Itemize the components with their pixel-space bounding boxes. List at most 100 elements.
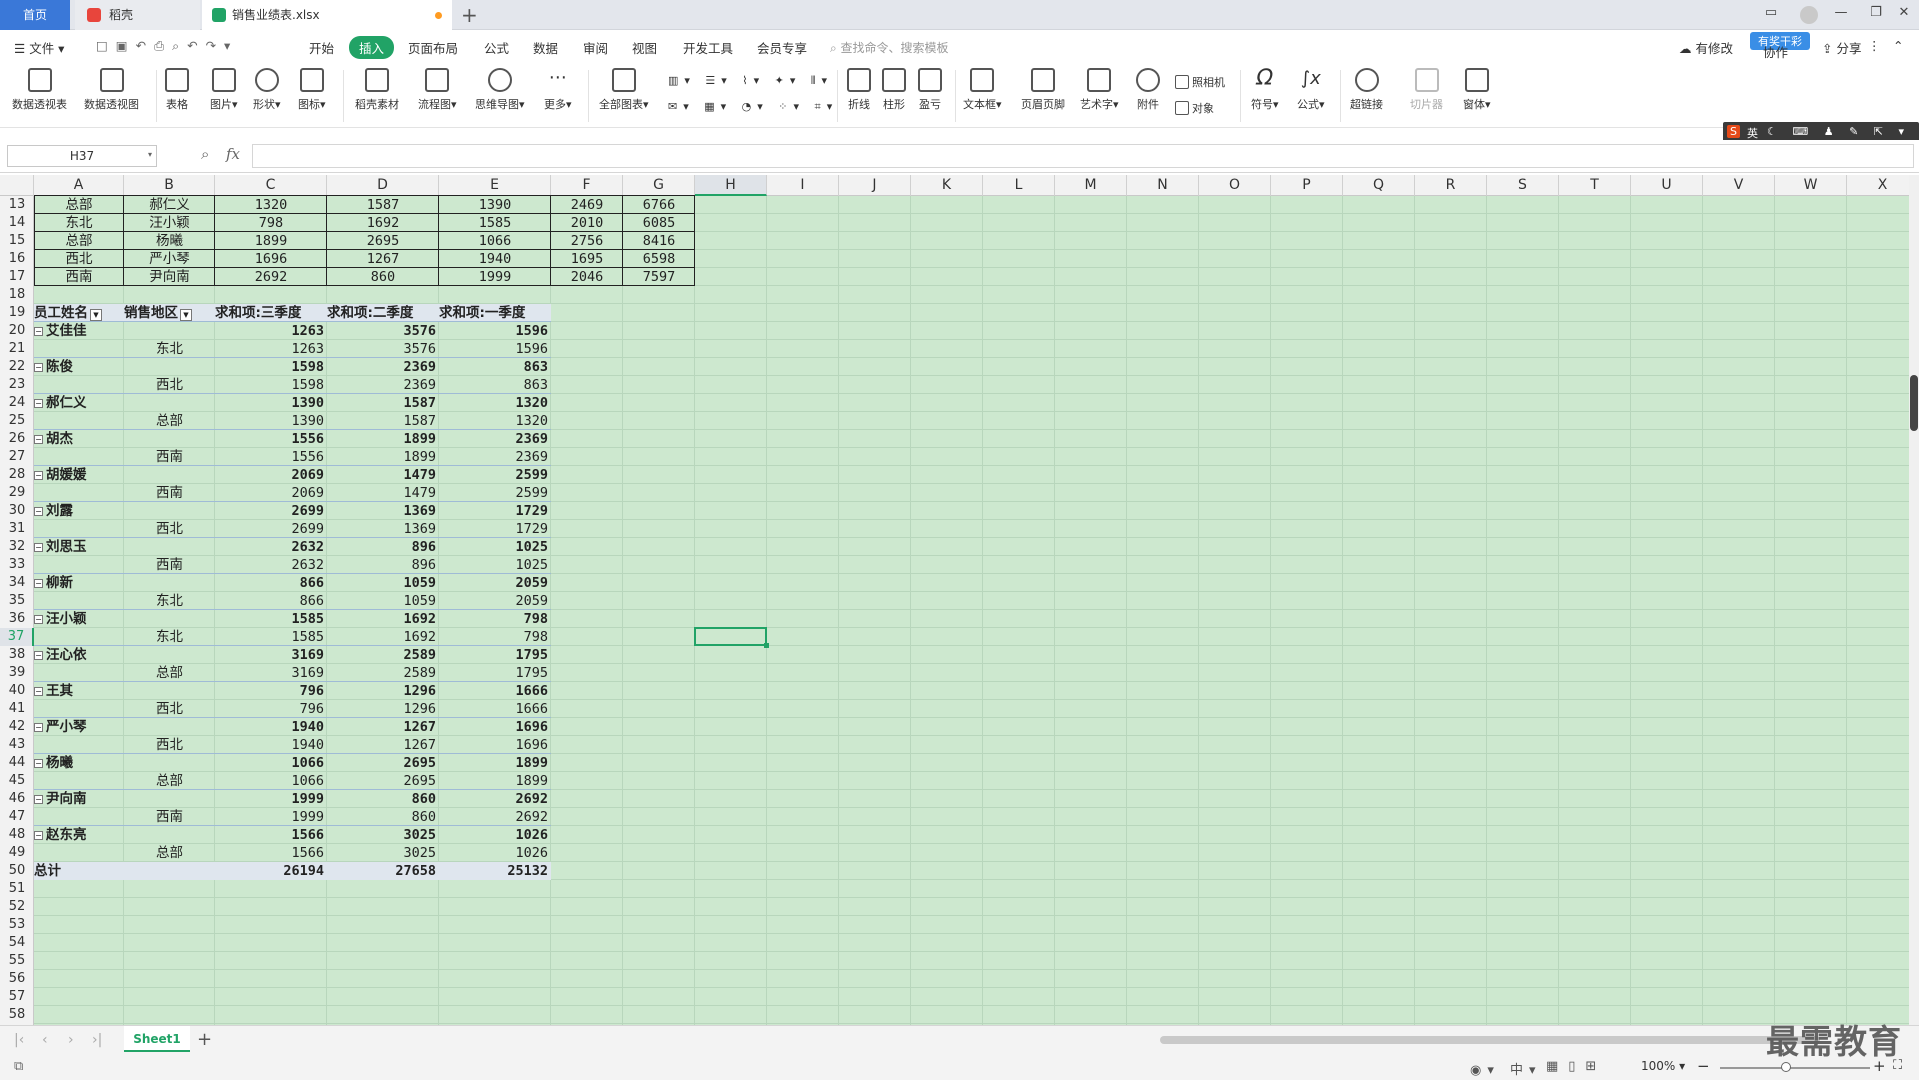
table-cell[interactable]: 1940 xyxy=(439,250,551,268)
chart-types-row-2[interactable]: ✉▾ ▦▾ ◔▾ ⁘▾ ⌗▾ xyxy=(668,100,838,114)
pivot-value[interactable]: 1026 xyxy=(439,844,551,862)
pivot-value[interactable]: 2695 xyxy=(327,772,439,790)
table-cell[interactable]: 尹向南 xyxy=(124,268,215,286)
pivot-value[interactable]: 1479 xyxy=(327,484,439,502)
pivot-subtotal[interactable]: 1666 xyxy=(439,682,551,700)
pivot-value[interactable]: 796 xyxy=(215,700,327,718)
zoom-out-button[interactable]: − xyxy=(1697,1057,1710,1075)
collapse-icon[interactable]: − xyxy=(34,327,43,336)
table-cell[interactable]: 1587 xyxy=(327,196,439,214)
has-changes[interactable]: ☁ 有修改 xyxy=(1679,38,1733,57)
table-cell[interactable]: 798 xyxy=(215,214,327,232)
mindmap-button[interactable]: 思维导图▾ xyxy=(475,68,525,112)
row-header-40[interactable]: 40 xyxy=(0,682,34,700)
avatar[interactable] xyxy=(1800,6,1818,24)
first-sheet-icon[interactable]: |‹ xyxy=(14,1032,24,1048)
row-header-20[interactable]: 20 xyxy=(0,322,34,340)
table-cell[interactable]: 1899 xyxy=(215,232,327,250)
row-header-48[interactable]: 48 xyxy=(0,826,34,844)
table-cell[interactable]: 1695 xyxy=(551,250,623,268)
pivot-value[interactable]: 1556 xyxy=(215,448,327,466)
pivot-group-name[interactable]: − 刘露 xyxy=(34,502,124,520)
table-cell[interactable]: 6598 xyxy=(623,250,695,268)
vertical-scroll-thumb[interactable] xyxy=(1910,375,1918,431)
pivot-value[interactable]: 2069 xyxy=(215,484,327,502)
collapse-icon[interactable]: − xyxy=(34,543,43,552)
column-header-p[interactable]: P xyxy=(1271,175,1343,196)
pivot-value[interactable]: 3576 xyxy=(327,340,439,358)
pivot-subtotal[interactable]: 1066 xyxy=(215,754,327,772)
row-header-56[interactable]: 56 xyxy=(0,970,34,988)
pivot-group-name[interactable]: − 陈俊 xyxy=(34,358,124,376)
pivot-header[interactable]: 求和项:一季度 xyxy=(439,304,551,322)
pivot-value[interactable]: 1025 xyxy=(439,556,551,574)
pivot-subtotal[interactable]: 3576 xyxy=(327,322,439,340)
pivot-region[interactable]: 东北 xyxy=(124,628,215,646)
hyperlink-button[interactable]: 超链接 xyxy=(1350,68,1383,112)
pivot-value[interactable]: 2369 xyxy=(439,448,551,466)
table-cell[interactable]: 2695 xyxy=(327,232,439,250)
collapse-icon[interactable]: − xyxy=(34,723,43,732)
table-cell[interactable]: 2756 xyxy=(551,232,623,250)
row-header-17[interactable]: 17 xyxy=(0,268,34,286)
table-cell[interactable]: 严小琴 xyxy=(124,250,215,268)
menu-view[interactable]: 视图 xyxy=(632,38,657,57)
row-header-26[interactable]: 26 xyxy=(0,430,34,448)
pivot-value[interactable]: 1585 xyxy=(215,628,327,646)
pivot-value[interactable]: 1066 xyxy=(215,772,327,790)
camera-button[interactable]: 照相机 xyxy=(1175,74,1225,90)
pivot-subtotal[interactable]: 2069 xyxy=(215,466,327,484)
pivot-subtotal[interactable]: 1026 xyxy=(439,826,551,844)
pivot-group-name[interactable]: − 汪心依 xyxy=(34,646,124,664)
restore-button[interactable]: ❐ xyxy=(1865,5,1887,25)
table-cell[interactable]: 2010 xyxy=(551,214,623,232)
pivot-value[interactable]: 1369 xyxy=(327,520,439,538)
row-header-27[interactable]: 27 xyxy=(0,448,34,466)
table-cell[interactable]: 西南 xyxy=(34,268,124,286)
table-cell[interactable]: 6766 xyxy=(623,196,695,214)
pivot-value[interactable]: 1267 xyxy=(327,736,439,754)
pivot-region[interactable]: 总部 xyxy=(124,412,215,430)
row-header-55[interactable]: 55 xyxy=(0,952,34,970)
column-header-m[interactable]: M xyxy=(1055,175,1127,196)
pivot-subtotal[interactable]: 796 xyxy=(215,682,327,700)
table-cell[interactable]: 2692 xyxy=(215,268,327,286)
pivot-value[interactable]: 1587 xyxy=(327,412,439,430)
pivot-value[interactable]: 1692 xyxy=(327,628,439,646)
pivot-group-name[interactable]: − 严小琴 xyxy=(34,718,124,736)
pivot-region[interactable]: 东北 xyxy=(124,592,215,610)
table-cell[interactable]: 1696 xyxy=(215,250,327,268)
table-cell[interactable]: 1320 xyxy=(215,196,327,214)
daoke-material-button[interactable]: 稻壳素材 xyxy=(355,68,399,112)
column-header-b[interactable]: B xyxy=(124,175,215,196)
macro-record-icon[interactable]: ⧉ xyxy=(14,1059,23,1074)
pivot-subtotal[interactable]: 1999 xyxy=(215,790,327,808)
pivot-subtotal[interactable]: 1556 xyxy=(215,430,327,448)
row-header-13[interactable]: 13 xyxy=(0,196,34,214)
menu-data[interactable]: 数据 xyxy=(533,38,558,57)
collapse-icon[interactable]: − xyxy=(34,759,43,768)
selected-cell[interactable] xyxy=(694,627,769,648)
object-button[interactable]: 对象 xyxy=(1175,100,1214,116)
vertical-scrollbar[interactable] xyxy=(1909,175,1919,1025)
pivot-value[interactable]: 2599 xyxy=(439,484,551,502)
pivot-region[interactable]: 东北 xyxy=(124,340,215,358)
tab-daoke[interactable]: 稻壳 xyxy=(75,0,200,30)
pivot-subtotal[interactable]: 896 xyxy=(327,538,439,556)
flowchart-button[interactable]: 流程图▾ xyxy=(418,68,457,112)
zoom-slider[interactable] xyxy=(1720,1067,1870,1069)
zoom-icon[interactable]: ⌕ xyxy=(201,145,209,163)
row-header-19[interactable]: 19 xyxy=(0,304,34,322)
pivot-region[interactable]: 西南 xyxy=(124,484,215,502)
pivot-value[interactable]: 1899 xyxy=(327,448,439,466)
menu-formula[interactable]: 公式 xyxy=(484,38,509,57)
column-header-c[interactable]: C xyxy=(215,175,327,196)
pivot-subtotal[interactable]: 1795 xyxy=(439,646,551,664)
pivot-group-name[interactable]: − 杨曦 xyxy=(34,754,124,772)
table-cell[interactable]: 1585 xyxy=(439,214,551,232)
table-button[interactable]: 表格 xyxy=(165,68,189,112)
table-cell[interactable]: 6085 xyxy=(623,214,695,232)
row-header-58[interactable]: 58 xyxy=(0,1006,34,1024)
spreadsheet-grid[interactable]: ABCDEFGHIJKLMNOPQRSTUVWX 13 14 15 16 17 18 19 2… xyxy=(0,175,1910,1025)
column-header-h[interactable]: H xyxy=(695,175,767,196)
